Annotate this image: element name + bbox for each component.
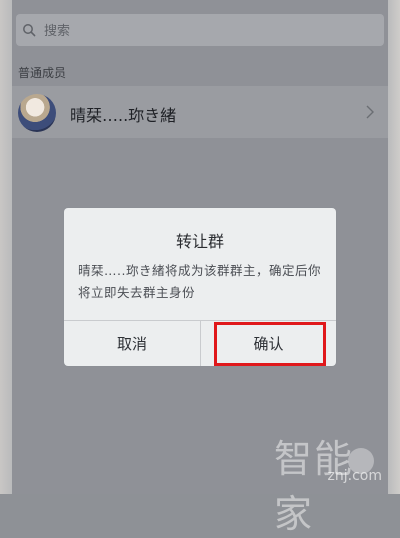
member-row[interactable]: 晴栞…..珎き緒 <box>12 86 388 138</box>
search-icon <box>23 24 36 37</box>
dialog-message: 晴栞…..珎き緒将成为该群群主，确定后你将立即失去群主身份 <box>78 263 321 300</box>
avatar <box>18 94 56 132</box>
dialog-title: 转让群 <box>175 232 224 251</box>
screen: 普通成员 晴栞…..珎き緒 转让群 晴栞…..珎き緒将成为该群群主，确定后你将立… <box>12 0 388 494</box>
confirm-highlight-box <box>214 322 326 366</box>
members-section-label: 普通成员 <box>18 66 67 80</box>
watermark-domain: znj.com <box>327 468 382 484</box>
member-name: 晴栞…..珎き緒 <box>70 106 177 125</box>
search-input[interactable] <box>42 20 346 42</box>
phone-frame: 普通成员 晴栞…..珎き緒 转让群 晴栞…..珎き緒将成为该群群主，确定后你将立… <box>0 0 400 536</box>
cancel-button[interactable]: 取消 <box>64 321 200 366</box>
search-bar[interactable] <box>16 14 384 46</box>
chevron-right-icon <box>366 105 374 119</box>
watermark: 智能家 znj.com <box>274 428 384 536</box>
